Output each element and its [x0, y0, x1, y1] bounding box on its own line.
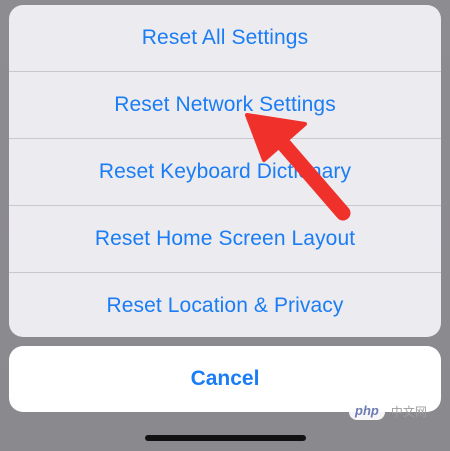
- reset-home-screen-layout-button[interactable]: Reset Home Screen Layout: [9, 205, 441, 272]
- php-logo: php: [349, 402, 385, 420]
- reset-all-settings-button[interactable]: Reset All Settings: [9, 5, 441, 71]
- home-indicator: [145, 435, 306, 441]
- watermark-text: 中文网: [390, 404, 427, 419]
- reset-options-sheet: Reset All Settings Reset Network Setting…: [9, 5, 441, 337]
- reset-location-privacy-button[interactable]: Reset Location & Privacy: [9, 272, 441, 337]
- reset-keyboard-dictionary-button[interactable]: Reset Keyboard Dictionary: [9, 138, 441, 205]
- php-watermark: php 中文网: [349, 402, 427, 420]
- reset-network-settings-button[interactable]: Reset Network Settings: [9, 71, 441, 138]
